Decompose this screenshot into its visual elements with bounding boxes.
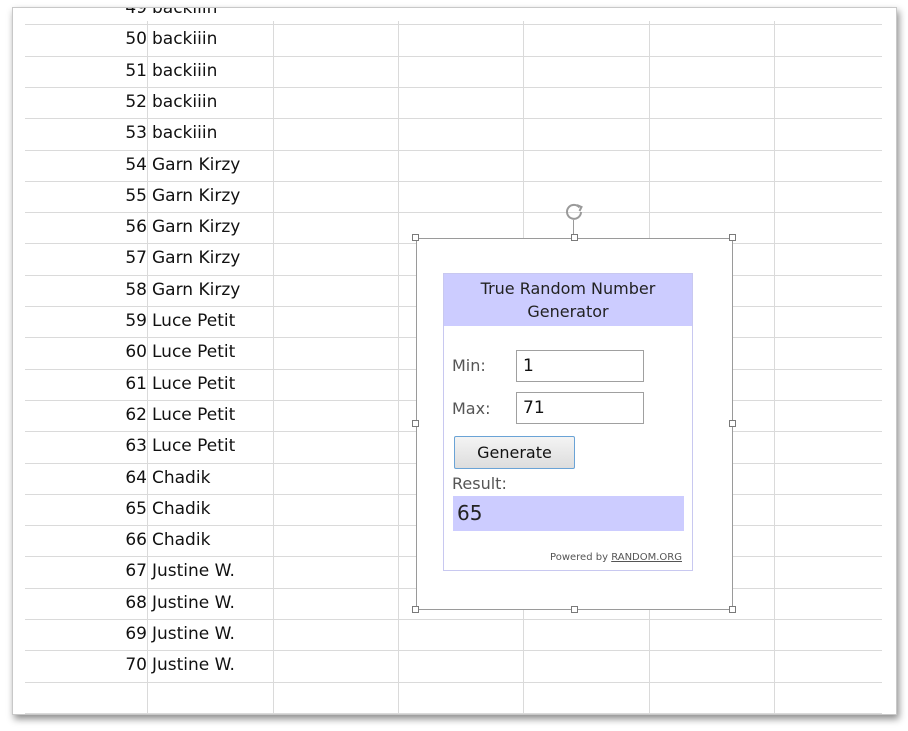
row-number-cell[interactable]: 69: [25, 619, 147, 650]
row-name-cell[interactable]: Garn Kirzy: [152, 243, 392, 274]
row-name-cell[interactable]: Garn Kirzy: [152, 181, 392, 212]
grid-row-line: [25, 713, 882, 714]
row-number-cell[interactable]: 70: [25, 650, 147, 681]
row-name-cell[interactable]: backiiin: [152, 8, 392, 24]
resize-handle[interactable]: [571, 234, 578, 241]
row-name-cell[interactable]: Justine W.: [152, 556, 392, 587]
row-number-cell[interactable]: 49: [25, 8, 147, 24]
row-number-cell[interactable]: 52: [25, 87, 147, 118]
row-number-cell[interactable]: 50: [25, 24, 147, 55]
row-name-cell[interactable]: backiiin: [152, 118, 392, 149]
row-number-cell[interactable]: 66: [25, 525, 147, 556]
row-number-cell[interactable]: 54: [25, 150, 147, 181]
row-name-cell[interactable]: backiiin: [152, 87, 392, 118]
max-label: Max:: [452, 399, 491, 418]
resize-handle[interactable]: [412, 420, 419, 427]
resize-handle[interactable]: [412, 234, 419, 241]
resize-handle[interactable]: [729, 234, 736, 241]
resize-handle[interactable]: [729, 420, 736, 427]
row-name-cell[interactable]: Chadik: [152, 463, 392, 494]
row-name-cell[interactable]: Justine W.: [152, 588, 392, 619]
row-number-cell[interactable]: 61: [25, 369, 147, 400]
min-input[interactable]: 1: [516, 350, 644, 382]
grid-column-line: [774, 21, 775, 714]
grid-row-line: [25, 682, 882, 683]
generate-button[interactable]: Generate: [454, 436, 575, 469]
row-number-cell[interactable]: 58: [25, 275, 147, 306]
row-number-cell[interactable]: 51: [25, 56, 147, 87]
random-org-link[interactable]: RANDOM.ORG: [611, 552, 682, 563]
row-name-cell[interactable]: Garn Kirzy: [152, 150, 392, 181]
row-name-cell[interactable]: Luce Petit: [152, 369, 392, 400]
row-number-cell[interactable]: 63: [25, 431, 147, 462]
max-input[interactable]: 71: [516, 392, 644, 424]
row-name-cell[interactable]: Chadik: [152, 525, 392, 556]
row-name-cell[interactable]: backiiin: [152, 56, 392, 87]
row-number-cell[interactable]: 53: [25, 118, 147, 149]
row-name-cell[interactable]: Chadik: [152, 494, 392, 525]
row-number-cell[interactable]: 55: [25, 181, 147, 212]
row-name-cell[interactable]: backiiin: [152, 24, 392, 55]
row-number-cell[interactable]: 64: [25, 463, 147, 494]
row-name-cell[interactable]: Luce Petit: [152, 400, 392, 431]
row-number-cell[interactable]: 59: [25, 306, 147, 337]
row-number-cell[interactable]: 65: [25, 494, 147, 525]
result-value: 65: [453, 496, 684, 531]
powered-by: Powered by RANDOM.ORG: [550, 552, 682, 563]
row-name-cell[interactable]: Justine W.: [152, 650, 392, 681]
resize-handle[interactable]: [571, 606, 578, 613]
row-name-cell[interactable]: Luce Petit: [152, 431, 392, 462]
row-name-cell[interactable]: Justine W.: [152, 619, 392, 650]
spreadsheet-frame: 49 backiiin 50 backiiin 51 backiiin 52 backiiin…: [12, 7, 897, 715]
row-name-cell[interactable]: Luce Petit: [152, 306, 392, 337]
widget-title: True Random Number Generator: [444, 274, 692, 326]
resize-handle[interactable]: [729, 606, 736, 613]
grid-column-line: [147, 21, 148, 714]
row-number-cell[interactable]: 68: [25, 588, 147, 619]
row-number-cell[interactable]: 62: [25, 400, 147, 431]
resize-handle[interactable]: [412, 606, 419, 613]
row-name-cell[interactable]: Garn Kirzy: [152, 212, 392, 243]
row-name-cell[interactable]: Garn Kirzy: [152, 275, 392, 306]
random-number-generator-widget: True Random Number Generator Min: 1 Max:…: [443, 273, 693, 571]
grid-column-line: [398, 21, 399, 714]
row-number-cell[interactable]: 57: [25, 243, 147, 274]
row-number-cell[interactable]: 60: [25, 337, 147, 368]
row-name-cell[interactable]: Luce Petit: [152, 337, 392, 368]
min-label: Min:: [452, 356, 486, 375]
row-number-cell[interactable]: 56: [25, 212, 147, 243]
row-number-cell[interactable]: 67: [25, 556, 147, 587]
result-label: Result:: [452, 474, 507, 493]
powered-by-text: Powered by: [550, 552, 608, 563]
rotate-handle-icon[interactable]: [563, 201, 585, 223]
